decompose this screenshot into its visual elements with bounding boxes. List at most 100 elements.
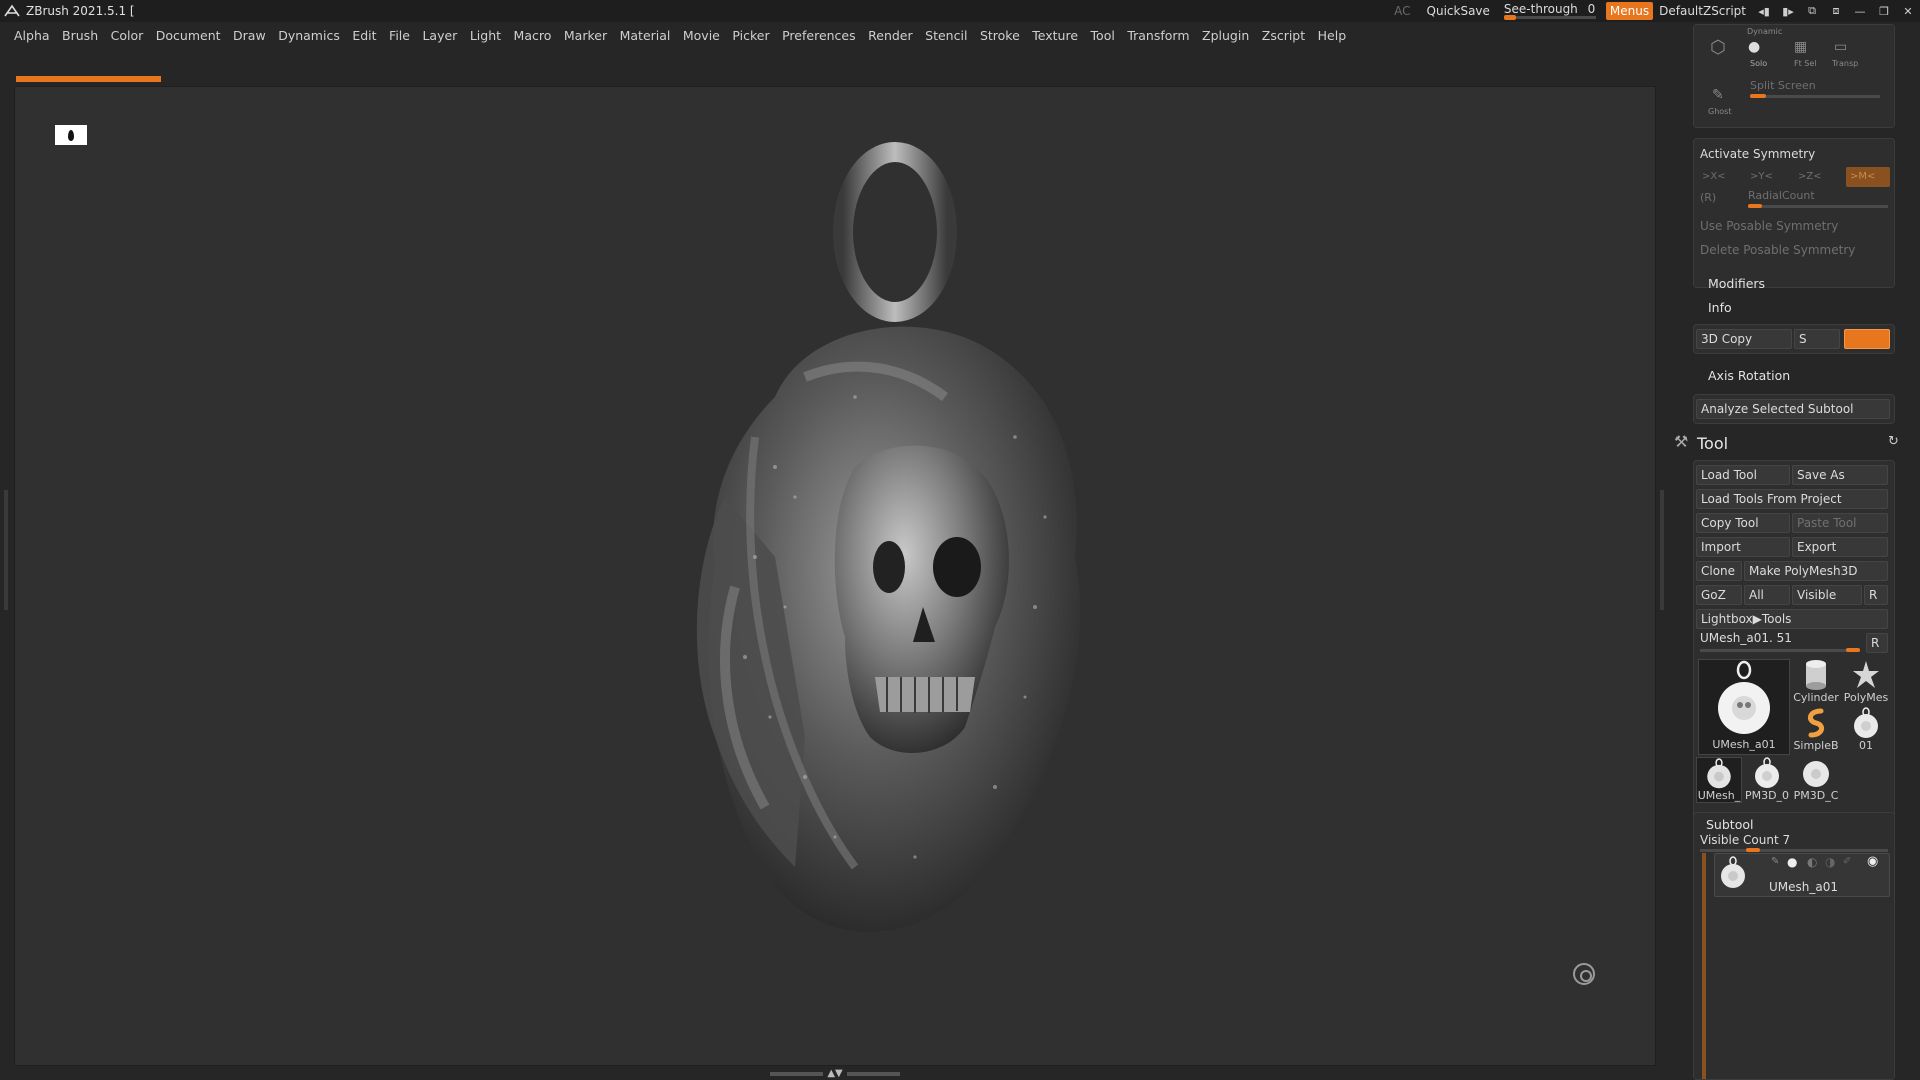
bottom-tray-handle[interactable]: ▲▼ — [770, 1069, 901, 1079]
save-as-button[interactable]: Save As — [1792, 465, 1888, 485]
subtool-dot-icon[interactable]: ● — [1787, 855, 1797, 869]
current-tool-r-button[interactable]: R — [1866, 633, 1888, 653]
layout-alt-icon[interactable]: ⧈ — [1824, 0, 1848, 22]
analyze-selected-subtool-button[interactable]: Analyze Selected Subtool — [1696, 399, 1890, 419]
split-screen-label[interactable]: Split Screen — [1750, 79, 1816, 92]
subtool-header[interactable]: Subtool — [1706, 817, 1753, 832]
perspective-cube-icon[interactable]: ⬡ — [1710, 37, 1726, 58]
default-zscript-button[interactable]: DefaultZScript — [1657, 0, 1752, 22]
lightbox-tools-button[interactable]: Lightbox▶Tools — [1696, 609, 1888, 629]
menu-stencil[interactable]: Stencil — [925, 22, 967, 50]
tool-thumb-pm3d-0[interactable]: PM3D_0 — [1744, 757, 1790, 803]
symmetry-z-button[interactable]: >Z< — [1794, 167, 1834, 187]
menu-marker[interactable]: Marker — [564, 22, 607, 50]
menu-transform[interactable]: Transform — [1127, 22, 1189, 50]
subtool-pen-icon[interactable]: ✐ — [1843, 856, 1851, 867]
symmetry-x-button[interactable]: >X< — [1698, 167, 1738, 187]
pendant-skull-model[interactable] — [655, 137, 1115, 997]
see-through-slider[interactable]: See-through 0 — [1498, 0, 1602, 22]
minimize-icon[interactable]: — — [1848, 0, 1872, 22]
right-tray-handle[interactable] — [1660, 490, 1664, 610]
menu-picker[interactable]: Picker — [732, 22, 769, 50]
import-button[interactable]: Import — [1696, 537, 1790, 557]
close-icon[interactable]: ✕ — [1896, 0, 1920, 22]
subtool-half-icon[interactable]: ◐ — [1807, 855, 1817, 869]
clone-button[interactable]: Clone — [1696, 561, 1742, 581]
menu-brush[interactable]: Brush — [62, 22, 98, 50]
menu-render[interactable]: Render — [868, 22, 913, 50]
menu-draw[interactable]: Draw — [233, 22, 266, 50]
goz-button[interactable]: GoZ — [1696, 585, 1742, 605]
copy3d-value-field[interactable] — [1844, 329, 1890, 349]
menu-material[interactable]: Material — [620, 22, 671, 50]
restore-icon[interactable]: ❐ — [1872, 0, 1896, 22]
radial-r-button[interactable]: (R) — [1700, 191, 1716, 204]
transp-button[interactable]: ▭ — [1834, 39, 1847, 55]
menu-color[interactable]: Color — [111, 22, 144, 50]
menu-dynamics[interactable]: Dynamics — [278, 22, 340, 50]
menu-texture[interactable]: Texture — [1032, 22, 1078, 50]
eye-icon[interactable]: ◉ — [1867, 854, 1878, 869]
left-tray-handle[interactable] — [4, 490, 8, 610]
menu-preferences[interactable]: Preferences — [782, 22, 856, 50]
menu-zscript[interactable]: Zscript — [1262, 22, 1305, 50]
layout-icon[interactable]: ⧉ — [1800, 0, 1824, 22]
ft-sel-button[interactable]: ▦ — [1794, 39, 1807, 55]
tool-thumb-01[interactable]: 01 — [1842, 707, 1890, 753]
tool-thumb-umesh-a01[interactable]: UMesh_a01 — [1698, 659, 1790, 755]
delete-posable-symmetry-button[interactable]: Delete Posable Symmetry — [1700, 243, 1855, 257]
export-button[interactable]: Export — [1792, 537, 1888, 557]
tool-thumb-umesh[interactable]: UMesh_ — [1696, 757, 1742, 803]
subtool-item[interactable]: ✎ ● ◐ ◑ ✐ ◉ UMesh_a01 — [1714, 853, 1890, 897]
solo-button[interactable]: ● — [1748, 39, 1760, 55]
refresh-icon[interactable]: ↻ — [1888, 434, 1899, 449]
subtool-brush-icon[interactable]: ✎ — [1771, 856, 1779, 867]
menu-movie[interactable]: Movie — [683, 22, 720, 50]
document-canvas[interactable] — [14, 86, 1656, 1066]
modifiers-header[interactable]: Modifiers — [1708, 276, 1765, 291]
visible-count-slider[interactable]: Visible Count 7 — [1700, 833, 1790, 847]
menu-stroke[interactable]: Stroke — [980, 22, 1020, 50]
goz-visible-button[interactable]: Visible — [1792, 585, 1862, 605]
subtool-scrollbar[interactable] — [1702, 853, 1706, 1079]
current-tool-slider-label[interactable]: UMesh_a01. 51 — [1700, 631, 1792, 645]
ac-toggle[interactable]: AC — [1386, 0, 1418, 22]
use-posable-symmetry-button[interactable]: Use Posable Symmetry — [1700, 219, 1838, 233]
menu-file[interactable]: File — [389, 22, 410, 50]
subtool-circle-icon[interactable]: ◑ — [1825, 855, 1835, 869]
tool-thumb-simplebrush[interactable]: SimpleB — [1792, 707, 1840, 753]
current-tool-knob[interactable] — [1846, 648, 1860, 652]
ghost-icon[interactable]: ✎ — [1712, 87, 1724, 103]
menu-alpha[interactable]: Alpha — [14, 22, 50, 50]
paste-tool-button[interactable]: Paste Tool — [1792, 513, 1888, 533]
tool-thumb-pm3d-c[interactable]: PM3D_C — [1792, 757, 1840, 803]
split-screen-knob[interactable] — [1750, 94, 1766, 98]
quicksave-button[interactable]: QuickSave — [1419, 0, 1498, 22]
menu-light[interactable]: Light — [470, 22, 501, 50]
goz-r-button[interactable]: R — [1864, 585, 1888, 605]
menu-layer[interactable]: Layer — [422, 22, 457, 50]
symmetry-y-button[interactable]: >Y< — [1746, 167, 1786, 187]
load-tool-button[interactable]: Load Tool — [1696, 465, 1790, 485]
radial-count-knob[interactable] — [1748, 204, 1762, 208]
tool-palette-title[interactable]: Tool — [1697, 434, 1728, 453]
symmetry-m-button[interactable]: >M< — [1846, 167, 1890, 187]
make-polymesh3d-button[interactable]: Make PolyMesh3D — [1744, 561, 1888, 581]
palette-right-icon[interactable]: ▮▸ — [1776, 0, 1800, 22]
activate-symmetry-button[interactable]: Activate Symmetry — [1700, 147, 1815, 161]
copy3d-button[interactable]: 3D Copy — [1696, 329, 1792, 349]
visible-count-knob[interactable] — [1746, 848, 1760, 852]
tool-thumb-cylinder[interactable]: Cylinder — [1792, 659, 1840, 705]
copy3d-s-button[interactable]: S — [1794, 329, 1840, 349]
menus-toggle[interactable]: Menus — [1605, 2, 1654, 20]
menu-tool[interactable]: Tool — [1091, 22, 1115, 50]
menu-document[interactable]: Document — [156, 22, 221, 50]
alpha-thumbnail[interactable] — [55, 125, 87, 145]
goz-all-button[interactable]: All — [1744, 585, 1790, 605]
copy-tool-button[interactable]: Copy Tool — [1696, 513, 1790, 533]
see-through-knob[interactable] — [1503, 15, 1516, 20]
radial-count-label[interactable]: RadialCount — [1748, 189, 1815, 202]
menu-edit[interactable]: Edit — [352, 22, 376, 50]
menu-zplugin[interactable]: Zplugin — [1202, 22, 1249, 50]
info-header[interactable]: Info — [1708, 300, 1732, 315]
